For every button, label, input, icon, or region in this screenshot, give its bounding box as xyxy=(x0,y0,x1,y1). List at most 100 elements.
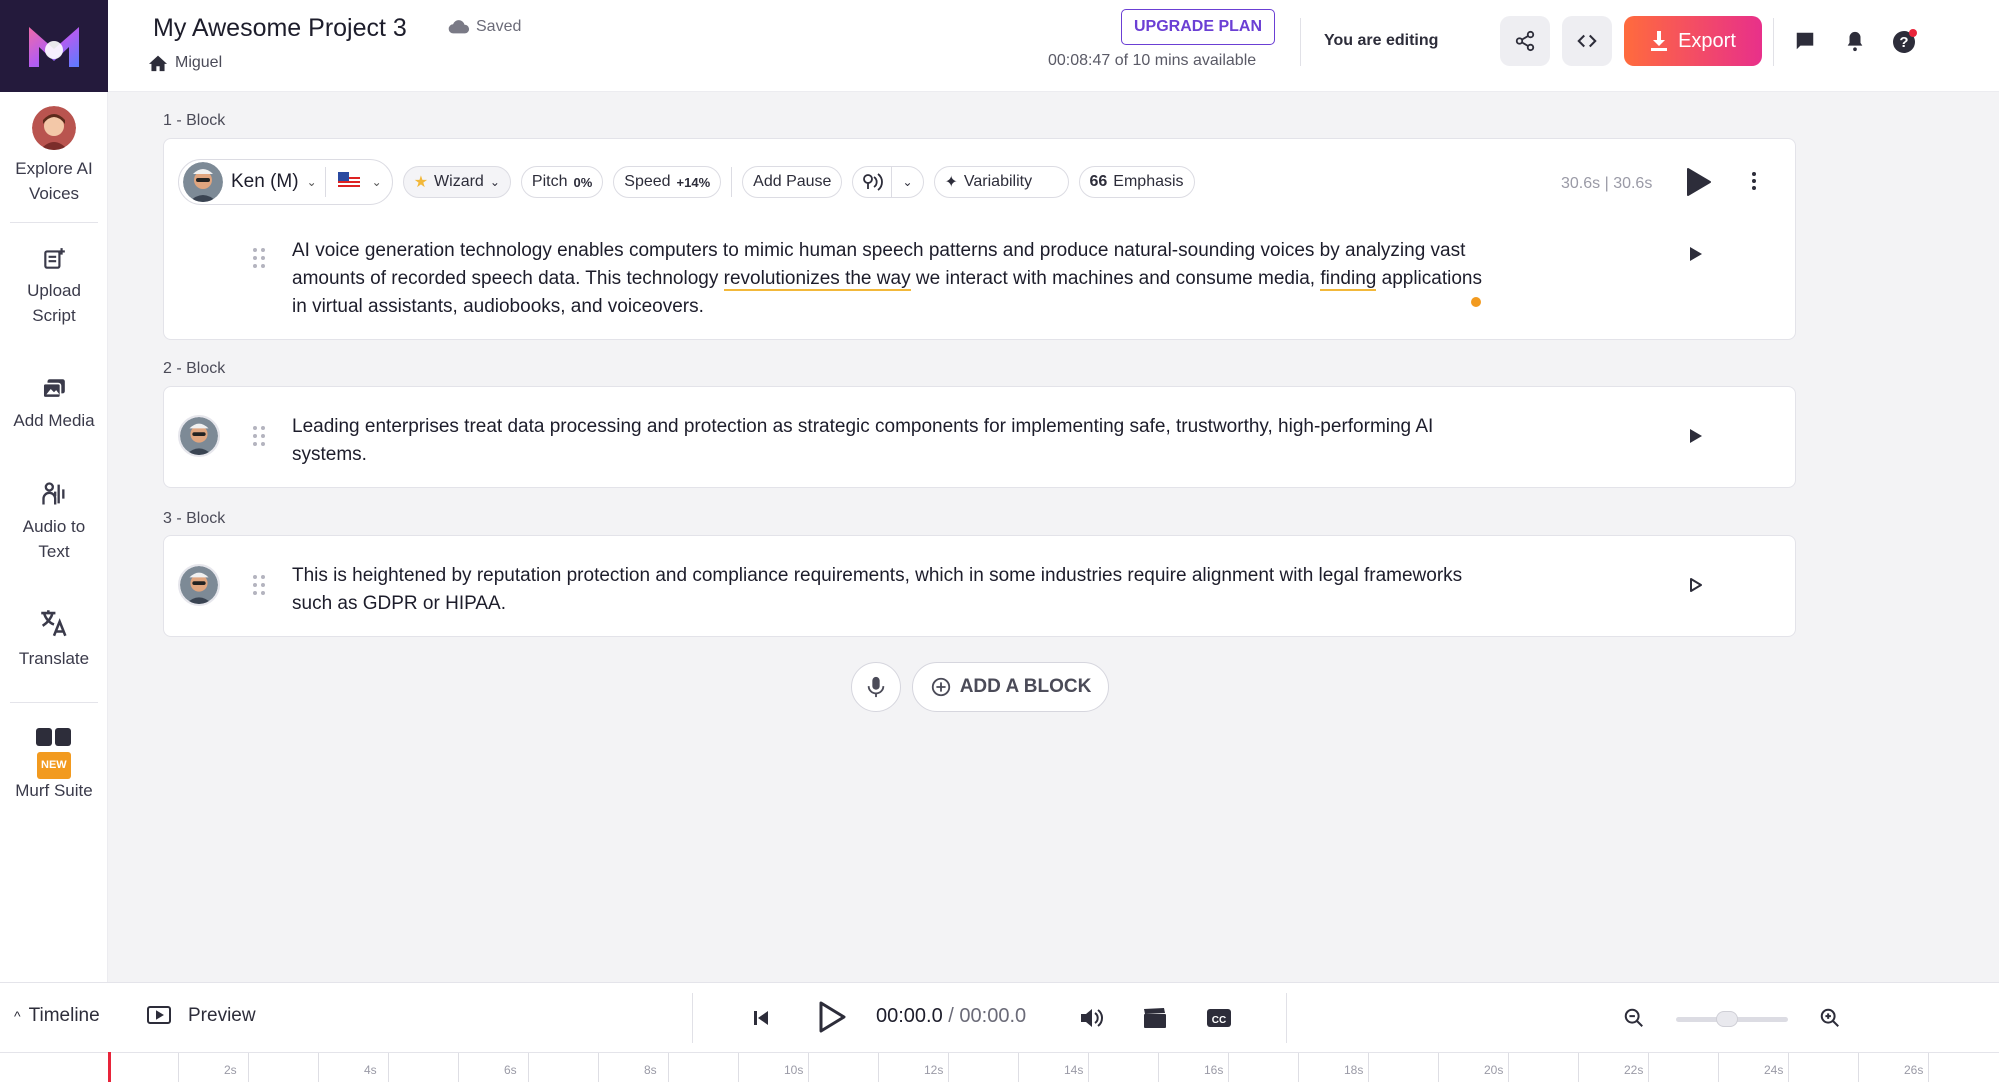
paragraph-play-button[interactable] xyxy=(1688,245,1704,268)
speed-control[interactable]: Speed +14% xyxy=(613,166,722,198)
ruler-tick xyxy=(178,1053,179,1082)
variability-button[interactable]: ✦ Variability xyxy=(933,166,1069,198)
zoom-slider-thumb[interactable] xyxy=(1716,1011,1738,1027)
sidebar-item-murf-suite[interactable]: NEW Murf Suite xyxy=(0,728,108,803)
ruler-tick xyxy=(598,1053,599,1082)
play-icon xyxy=(1687,168,1711,196)
timeline-ruler[interactable]: 2s 4s 6s 8s 10s 12s 14s 16s 18s 20s 22s 24s 26s xyxy=(0,1052,1999,1082)
project-title[interactable]: My Awesome Project 3 xyxy=(153,14,407,43)
sidebar-item-explore-voices[interactable]: Explore AI Voices xyxy=(0,106,108,206)
new-badge: NEW xyxy=(37,752,71,779)
drag-handle-icon[interactable] xyxy=(252,574,266,601)
block-text[interactable]: Leading enterprises treat data processin… xyxy=(292,413,1502,469)
sidebar-item-label: Script xyxy=(32,306,76,325)
sidebar: Explore AI Voices Upload Script Add Medi… xyxy=(0,0,108,982)
drag-handle-icon[interactable] xyxy=(252,425,266,452)
help-icon: ? xyxy=(1893,29,1917,53)
playhead-marker[interactable] xyxy=(108,1052,111,1082)
highlighted-phrase[interactable]: finding xyxy=(1320,268,1377,291)
ruler-label: 20s xyxy=(1484,1063,1504,1077)
video-button[interactable] xyxy=(1140,1003,1170,1033)
help-button[interactable]: ? xyxy=(1890,26,1920,56)
upgrade-plan-button[interactable]: UPGRADE PLAN xyxy=(1121,9,1276,45)
sidebar-item-label: Upload xyxy=(27,281,81,300)
comments-button[interactable] xyxy=(1790,26,1820,56)
zoom-in-button[interactable] xyxy=(1815,1003,1845,1033)
ruler-label: 24s xyxy=(1764,1063,1784,1077)
voice-selector[interactable]: Ken (M) ⌄ ⌄ xyxy=(178,159,393,205)
suite-icon: NEW xyxy=(34,728,74,779)
block-menu-button[interactable] xyxy=(1750,169,1758,198)
block-label: 3 - Block xyxy=(163,510,226,527)
sidebar-item-translate[interactable]: Translate xyxy=(0,606,108,671)
voice-avatar[interactable] xyxy=(178,415,220,457)
playback-time: 00:00.0 / 00:00.0 xyxy=(876,1005,1027,1027)
audio-to-text-icon xyxy=(40,480,68,508)
drag-handle-icon[interactable] xyxy=(252,247,266,274)
ruler-label: 8s xyxy=(644,1063,657,1077)
header: My Awesome Project 3 Saved Miguel UPGRAD… xyxy=(108,0,1999,92)
ruler-tick xyxy=(738,1053,739,1082)
share-button[interactable] xyxy=(1500,16,1550,66)
ruler-tick xyxy=(388,1053,389,1082)
volume-icon xyxy=(1081,1009,1103,1027)
preview-icon xyxy=(147,1006,171,1024)
ruler-tick xyxy=(528,1053,529,1082)
play-outline-icon xyxy=(1690,578,1702,592)
ruler-tick xyxy=(1508,1053,1509,1082)
emphasis-button[interactable]: 66 Emphasis xyxy=(1078,166,1195,198)
style-selector[interactable]: ★ Wizard ⌄ xyxy=(402,166,511,198)
murf-logo[interactable] xyxy=(0,0,108,92)
pitch-control[interactable]: Pitch 0% xyxy=(520,166,604,198)
pronunciation-control[interactable]: ⌄ xyxy=(852,166,924,198)
owner-breadcrumb[interactable]: Miguel xyxy=(148,54,222,72)
add-pause-button[interactable]: Add Pause xyxy=(742,166,843,198)
record-voice-button[interactable] xyxy=(851,662,901,712)
preview-button[interactable]: Preview xyxy=(146,1005,256,1027)
sidebar-item-add-media[interactable]: Add Media xyxy=(0,376,108,433)
block-label: 2 - Block xyxy=(163,360,226,377)
block-3: This is heightened by reputation protect… xyxy=(163,535,1796,637)
sidebar-item-upload-script[interactable]: Upload Script xyxy=(0,246,108,328)
block-text[interactable]: AI voice generation technology enables c… xyxy=(292,237,1502,321)
ruler-label: 4s xyxy=(364,1063,377,1077)
ruler-tick xyxy=(1718,1053,1719,1082)
voice-name: Ken (M) xyxy=(231,171,299,192)
sidebar-item-label: Add Media xyxy=(13,411,95,430)
paragraph-play-button[interactable] xyxy=(1688,576,1704,599)
embed-code-button[interactable] xyxy=(1562,16,1612,66)
export-button[interactable]: Export xyxy=(1624,16,1762,66)
save-status: Saved xyxy=(448,18,521,36)
chevron-down-icon: ⌄ xyxy=(902,175,913,189)
voice-avatar[interactable] xyxy=(178,564,220,606)
svg-text:CC: CC xyxy=(1212,1015,1226,1026)
add-block-button[interactable]: ADD A BLOCK xyxy=(912,662,1109,712)
block-play-button[interactable] xyxy=(1686,167,1712,202)
notifications-button[interactable] xyxy=(1840,26,1870,56)
plus-circle-icon xyxy=(931,677,950,697)
ruler-label: 26s xyxy=(1904,1063,1924,1077)
skip-back-button[interactable] xyxy=(746,1003,776,1033)
block-text[interactable]: This is heightened by reputation protect… xyxy=(292,562,1502,618)
timeline-toggle[interactable]: ^ Timeline xyxy=(14,1005,100,1027)
minutes-available: 00:08:47 of 10 mins available xyxy=(1048,52,1257,69)
bar-divider xyxy=(692,993,693,1043)
paragraph-play-button[interactable] xyxy=(1688,427,1704,450)
sidebar-item-audio-to-text[interactable]: Audio to Text xyxy=(0,480,108,564)
highlighted-phrase[interactable]: revolutionizes the way xyxy=(723,268,911,291)
volume-button[interactable] xyxy=(1076,1003,1106,1033)
zoom-out-button[interactable] xyxy=(1619,1003,1649,1033)
ruler-tick xyxy=(458,1053,459,1082)
media-icon xyxy=(41,376,67,402)
zoom-in-icon xyxy=(1820,1008,1839,1027)
code-icon xyxy=(1577,34,1597,48)
editing-status: You are editing xyxy=(1324,32,1439,49)
sidebar-item-label: Voices xyxy=(28,184,80,203)
captions-button[interactable]: CC xyxy=(1204,1003,1234,1033)
ruler-tick xyxy=(1228,1053,1229,1082)
block-2: Leading enterprises treat data processin… xyxy=(163,386,1796,488)
ruler-label: 14s xyxy=(1064,1063,1084,1077)
clapperboard-icon xyxy=(1144,1008,1166,1028)
us-flag-icon xyxy=(337,171,360,193)
main-play-button[interactable] xyxy=(812,997,852,1037)
